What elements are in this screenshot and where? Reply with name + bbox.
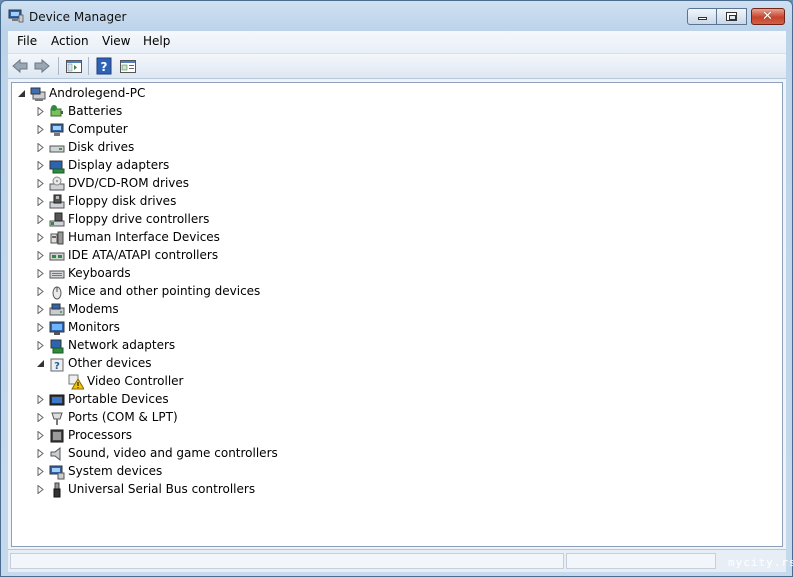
- expand-arrow-icon[interactable]: [37, 179, 45, 188]
- close-button[interactable]: ✕: [751, 8, 785, 25]
- dvd-drive-icon: [49, 176, 65, 191]
- tree-item-label: Video Controller: [87, 374, 184, 388]
- expand-arrow-icon[interactable]: [37, 107, 45, 116]
- tree-item-label: IDE ATA/ATAPI controllers: [68, 248, 219, 262]
- expand-arrow-icon[interactable]: [37, 269, 45, 278]
- port-icon: [51, 412, 63, 425]
- tree-item-label: System devices: [68, 464, 163, 478]
- show-hide-console-tree-icon[interactable]: [65, 57, 83, 75]
- hid-icon: [50, 231, 64, 245]
- tree-item-label: Portable Devices: [68, 392, 169, 406]
- close-icon: ✕: [762, 9, 773, 24]
- expand-arrow-icon[interactable]: [37, 215, 45, 224]
- battery-icon: [50, 105, 63, 117]
- toolbar: ?: [8, 54, 786, 79]
- usb-icon: [53, 482, 61, 498]
- expand-arrow-icon[interactable]: [37, 449, 45, 458]
- tree-item-label: Mice and other pointing devices: [68, 284, 261, 298]
- forward-arrow-icon[interactable]: [33, 57, 51, 75]
- expand-arrow-icon[interactable]: [37, 197, 45, 206]
- menu-file[interactable]: File: [17, 34, 37, 48]
- menu-action[interactable]: Action: [51, 34, 89, 48]
- expand-arrow-icon[interactable]: [37, 287, 45, 296]
- warning-device-icon: [68, 374, 84, 390]
- display-adapter-icon: [49, 160, 65, 174]
- unknown-device-icon: ?: [50, 358, 64, 372]
- computer-icon: [50, 123, 64, 136]
- expand-arrow-icon[interactable]: [37, 143, 45, 152]
- expand-arrow-icon[interactable]: [37, 305, 45, 314]
- status-pane-secondary: [566, 553, 716, 569]
- expand-arrow-icon[interactable]: [37, 251, 45, 260]
- collapse-arrow-icon[interactable]: [37, 359, 45, 368]
- tree-item-label: Display adapters: [68, 158, 170, 172]
- expand-arrow-icon[interactable]: [37, 395, 45, 404]
- portable-device-icon: [49, 394, 65, 406]
- ide-controller-icon: [49, 252, 65, 261]
- device-manager-window: Device Manager ✕ File Action View Help ?…: [0, 0, 793, 577]
- svg-text:?: ?: [54, 361, 60, 372]
- expand-arrow-icon[interactable]: [37, 413, 45, 422]
- menu-view[interactable]: View: [102, 34, 130, 48]
- speaker-icon: [50, 446, 61, 462]
- expand-arrow-icon[interactable]: [37, 467, 45, 476]
- minimize-icon: [698, 17, 707, 20]
- tree-item-label: Batteries: [68, 104, 123, 118]
- expand-arrow-icon[interactable]: [37, 323, 45, 332]
- expand-arrow-icon[interactable]: [37, 485, 45, 494]
- tree-item-label: Floppy drive controllers: [68, 212, 210, 226]
- title-bar[interactable]: Device Manager ✕: [1, 1, 792, 31]
- tree-item-label: Network adapters: [68, 338, 176, 352]
- tree-item-label: DVD/CD-ROM drives: [68, 176, 190, 190]
- tree-item-label: Keyboards: [68, 266, 131, 280]
- status-bar: mycity.rs: [8, 549, 793, 572]
- tree-item-label: Floppy disk drives: [68, 194, 177, 208]
- monitor-icon: [49, 321, 65, 335]
- system-device-icon: [49, 465, 65, 480]
- disk-drive-icon: [49, 145, 65, 153]
- floppy-controller-icon: [49, 212, 65, 227]
- tree-item-label: Other devices: [68, 356, 152, 370]
- help-icon[interactable]: ?: [95, 57, 113, 75]
- back-arrow-icon[interactable]: [11, 57, 29, 75]
- svg-text:?: ?: [101, 60, 108, 74]
- floppy-disk-icon: [49, 194, 65, 209]
- maximize-button[interactable]: [717, 8, 747, 25]
- processor-icon: [50, 429, 64, 443]
- expand-arrow-icon[interactable]: [37, 341, 45, 350]
- tree-item-label: Computer: [68, 122, 128, 136]
- device-tree[interactable]: Androlegend-PC Batteries Computer Disk dri…: [11, 82, 783, 547]
- tree-item-label: Processors: [68, 428, 133, 442]
- menu-bar: File Action View Help: [8, 31, 786, 54]
- computer-icon: [30, 87, 46, 101]
- expand-arrow-icon[interactable]: [37, 233, 45, 242]
- tree-item-label: Disk drives: [68, 140, 135, 154]
- expand-arrow-icon[interactable]: [37, 161, 45, 170]
- tree-item-label: Human Interface Devices: [68, 230, 220, 244]
- toolbar-separator: [88, 57, 89, 75]
- network-adapter-icon: [50, 339, 64, 354]
- window-title: Device Manager: [29, 10, 127, 24]
- restore-icon: [726, 12, 737, 21]
- collapse-arrow-icon[interactable]: [18, 89, 26, 98]
- tree-item-label: Sound, video and game controllers: [68, 446, 278, 460]
- minimize-button[interactable]: [687, 8, 717, 25]
- root-label: Androlegend-PC: [49, 86, 146, 100]
- status-pane-main: [10, 553, 564, 569]
- watermark: mycity.rs: [728, 556, 793, 569]
- tree-item-label: Ports (COM & LPT): [68, 410, 178, 424]
- properties-icon[interactable]: [119, 57, 137, 75]
- tree-item-label: Monitors: [68, 320, 120, 334]
- client-area: File Action View Help ? Androlegend-PC B…: [8, 31, 793, 572]
- modem-icon: [49, 303, 65, 316]
- keyboard-icon: [49, 270, 65, 279]
- device-manager-app-icon: [8, 9, 24, 23]
- expand-arrow-icon[interactable]: [37, 431, 45, 440]
- toolbar-separator: [58, 57, 59, 75]
- expand-arrow-icon[interactable]: [37, 125, 45, 134]
- tree-item-label: Modems: [68, 302, 119, 316]
- menu-help[interactable]: Help: [143, 34, 170, 48]
- mouse-icon: [52, 286, 62, 300]
- tree-item-label: Universal Serial Bus controllers: [68, 482, 256, 496]
